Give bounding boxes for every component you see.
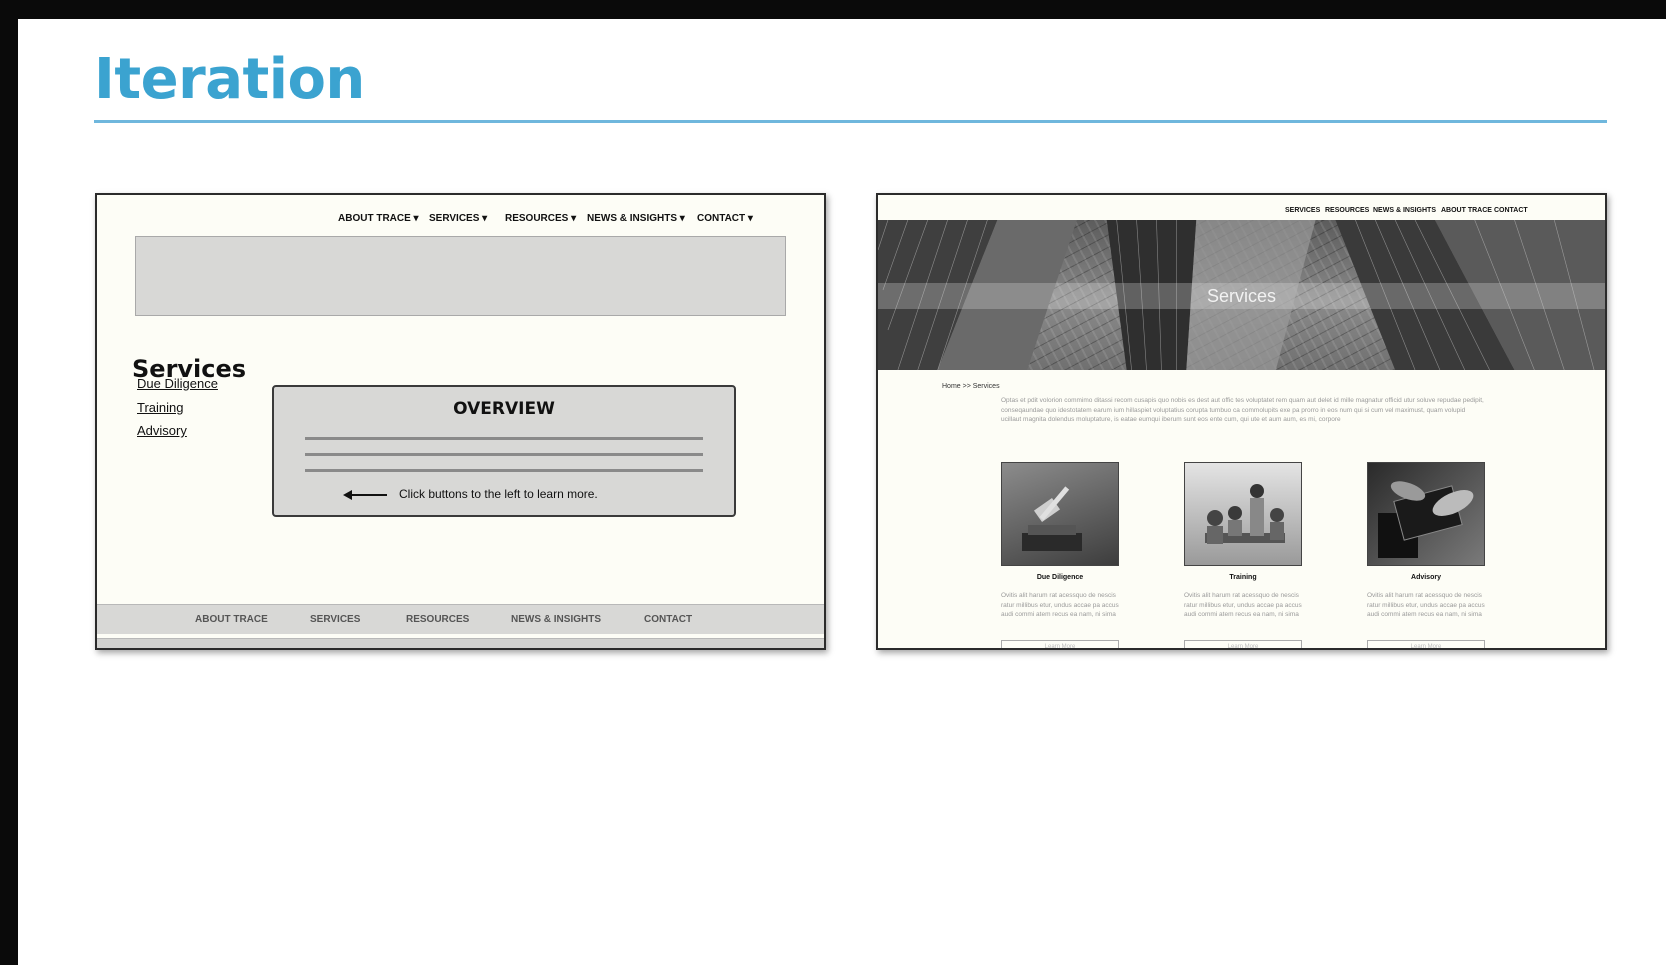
learn-more-button[interactable]: Learn More xyxy=(1367,640,1485,648)
people-icon xyxy=(1205,484,1285,544)
wireframe-link-advisory[interactable]: Advisory xyxy=(137,423,187,438)
wireframe-hero-placeholder xyxy=(135,236,786,316)
wireframe-footer-news[interactable]: NEWS & INSIGHTS xyxy=(511,614,601,625)
mockup-card-title: Advisory xyxy=(1411,574,1441,581)
wireframe-overview-box: OVERVIEW Click buttons to the left to le… xyxy=(272,385,736,517)
learn-more-button[interactable]: Learn More xyxy=(1184,640,1302,648)
wireframe-nav-news[interactable]: NEWS & INSIGHTS ▾ xyxy=(587,213,685,224)
gavel-icon xyxy=(1022,486,1082,551)
mockup-nav-about[interactable]: ABOUT TRACE xyxy=(1441,207,1492,214)
wireframe-link-due-diligence[interactable]: Due Diligence xyxy=(137,376,218,391)
mockup-intro-text: Optas et pdit volorion commimo ditassi r… xyxy=(1001,397,1484,423)
wireframe-footer-bar xyxy=(97,638,824,648)
wireframe-footer-resources[interactable]: RESOURCES xyxy=(406,614,469,625)
mockup-nav: SERVICES RESOURCES NEWS & INSIGHTS ABOUT… xyxy=(878,207,1605,217)
mockup-hero-image: Services xyxy=(878,220,1605,370)
wireframe-nav-services[interactable]: SERVICES ▾ xyxy=(429,213,487,224)
wireframe-footer-about[interactable]: ABOUT TRACE xyxy=(195,614,268,625)
wireframe-nav: ABOUT TRACE ▾ SERVICES ▾ RESOURCES ▾ NEW… xyxy=(97,213,824,229)
mockup-hero-title: Services xyxy=(1206,286,1277,306)
mockup-card-text: Ovitis alit harum rat acessquo de nescis… xyxy=(1184,592,1302,618)
mockup-card-title: Due Diligence xyxy=(1036,574,1084,581)
text-placeholder-line xyxy=(305,437,703,440)
mockup-card-title: Training xyxy=(1229,574,1257,581)
meeting-image xyxy=(1184,462,1302,566)
mockup-card-text: Ovitis alit harum rat acessquo de nescis… xyxy=(1001,592,1119,618)
title-divider xyxy=(94,120,1607,123)
wireframe-footer-contact[interactable]: CONTACT xyxy=(644,614,692,625)
wireframe-nav-about[interactable]: ABOUT TRACE ▾ xyxy=(338,213,419,224)
mockup-breadcrumb[interactable]: Home >> Services xyxy=(942,383,1000,390)
text-placeholder-line xyxy=(305,469,703,472)
hands-image xyxy=(1367,462,1485,566)
slide-title: Iteration xyxy=(94,47,365,112)
mockup-card-text: Ovitis alit harum rat acessquo de nescis… xyxy=(1367,592,1485,618)
mockup-nav-contact[interactable]: CONTACT xyxy=(1494,207,1528,214)
mockup-nav-news[interactable]: NEWS & INSIGHTS xyxy=(1373,207,1436,214)
text-placeholder-line xyxy=(305,453,703,456)
mockup-panel: SERVICES RESOURCES NEWS & INSIGHTS ABOUT… xyxy=(876,193,1607,650)
gavel-image xyxy=(1001,462,1119,566)
wireframe-hint-text: Click buttons to the left to learn more. xyxy=(399,487,598,501)
tablet-icon xyxy=(1378,481,1474,558)
left-arrow-icon xyxy=(343,490,387,500)
slide: Iteration ABOUT TRACE ▾ SERVICES ▾ RESOU… xyxy=(18,19,1666,965)
wireframe-footer-services[interactable]: SERVICES xyxy=(310,614,360,625)
mockup-nav-resources[interactable]: RESOURCES xyxy=(1325,207,1369,214)
wireframe-overview-title: OVERVIEW xyxy=(453,399,555,419)
learn-more-button[interactable]: Learn More xyxy=(1001,640,1119,648)
wireframe-nav-resources[interactable]: RESOURCES ▾ xyxy=(505,213,576,224)
wireframe-nav-contact[interactable]: CONTACT ▾ xyxy=(697,213,753,224)
wireframe-link-training[interactable]: Training xyxy=(137,400,183,415)
wireframe-panel: ABOUT TRACE ▾ SERVICES ▾ RESOURCES ▾ NEW… xyxy=(95,193,826,650)
wireframe-footer-nav: ABOUT TRACE SERVICES RESOURCES NEWS & IN… xyxy=(97,604,824,634)
mockup-nav-services[interactable]: SERVICES xyxy=(1285,207,1320,214)
